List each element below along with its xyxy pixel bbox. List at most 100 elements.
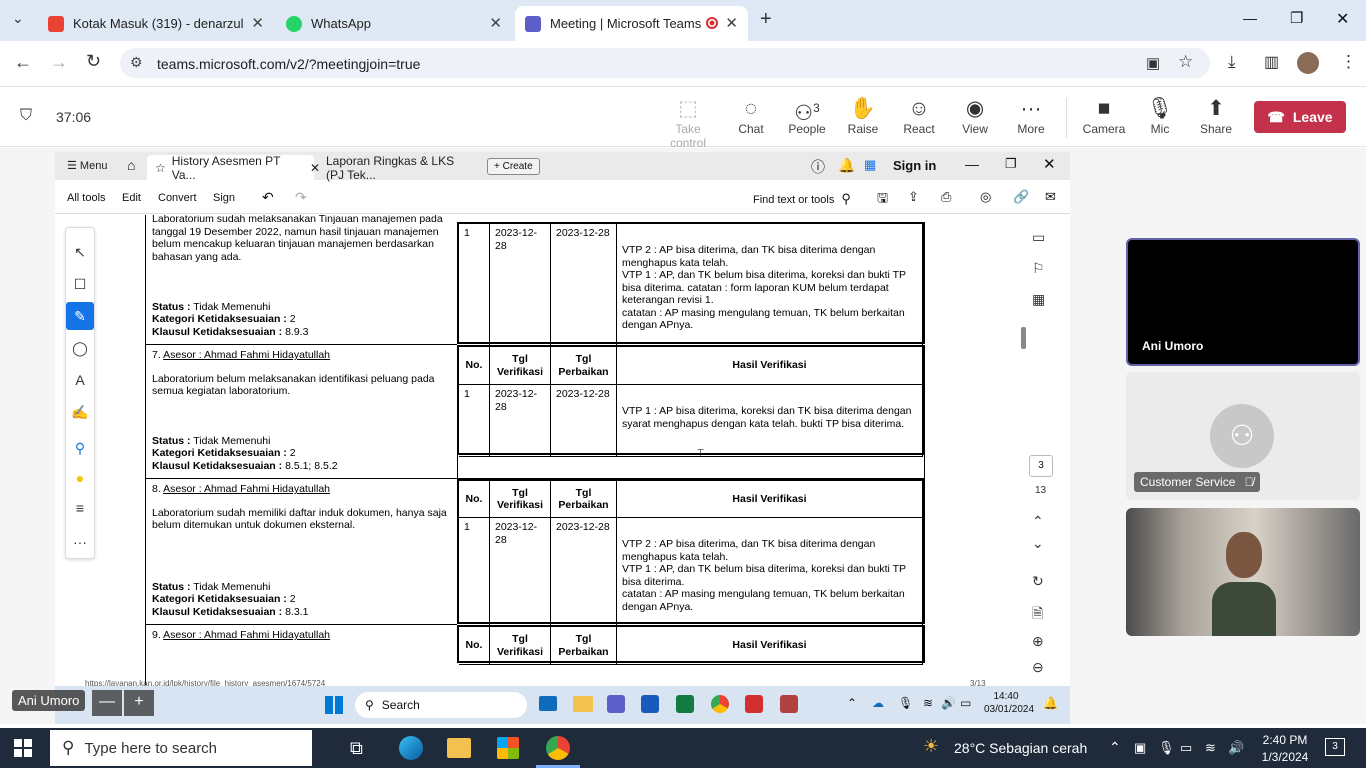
page-up-icon[interactable]: ⌃ — [1032, 513, 1044, 530]
excel-app-icon[interactable] — [676, 695, 694, 713]
site-info-icon[interactable]: ⚙ — [130, 54, 143, 71]
find-text-button[interactable]: Find text or tools ⚲ — [753, 191, 851, 207]
task-view-icon[interactable]: ⧉ — [350, 738, 363, 759]
participant-tile-video[interactable] — [1126, 508, 1360, 636]
vm-notification-icon[interactable]: 🔔 — [1043, 696, 1058, 710]
email-icon[interactable]: ✉ — [1045, 189, 1056, 205]
tray-chevron-icon[interactable]: ⌃ — [847, 696, 857, 710]
raise-hand-button[interactable]: ✋ Raise — [835, 95, 891, 136]
page-down-icon[interactable]: ⌄ — [1032, 535, 1044, 552]
mic-button[interactable]: 🎙 Mic — [1132, 95, 1188, 136]
convert-button[interactable]: Convert — [158, 192, 197, 204]
ai-assistant-icon[interactable]: ◎ — [980, 189, 991, 205]
wifi-icon[interactable]: ≋ — [923, 696, 933, 710]
profile-avatar[interactable] — [1297, 52, 1319, 74]
reload-icon[interactable]: ↻ — [86, 51, 101, 72]
file-explorer-icon[interactable] — [573, 696, 593, 712]
chrome-icon[interactable] — [546, 736, 570, 760]
notifications-icon[interactable]: 3 — [1325, 738, 1345, 756]
app-icon[interactable] — [780, 695, 798, 713]
camera-permission-icon[interactable]: ▣ — [1146, 54, 1160, 72]
page-number-input[interactable]: 3 — [1029, 455, 1053, 477]
new-tab-button[interactable]: + — [760, 8, 772, 31]
browser-menu-icon[interactable]: ⋮ — [1340, 52, 1357, 72]
chat-button[interactable]: ◌ Chat — [723, 95, 779, 136]
home-icon[interactable]: ⌂ — [127, 157, 135, 173]
window-minimize-button[interactable]: — — [1243, 10, 1257, 26]
take-control-button[interactable]: ⬚ Take control — [660, 95, 716, 150]
windows-start-icon[interactable] — [14, 739, 32, 757]
sidepanel-icon[interactable]: ▥ — [1264, 52, 1279, 72]
camera-button[interactable]: ■ Camera — [1076, 95, 1132, 136]
signature-icon[interactable]: ✍ — [66, 398, 94, 426]
react-button[interactable]: ☺ React — [891, 95, 947, 136]
select-cursor-icon[interactable]: ↖ — [66, 238, 94, 266]
close-tab-icon[interactable]: ✕ — [725, 14, 738, 32]
store-icon[interactable] — [497, 737, 519, 759]
create-button[interactable]: + Create — [487, 158, 540, 175]
acrobat-close[interactable]: ✕ — [1043, 155, 1056, 173]
rotate-icon[interactable]: ↻ — [1032, 573, 1044, 590]
acrobat-tab-laporan[interactable]: Laporan Ringkas & LKS (PJ Tek... — [318, 154, 483, 182]
download-icon[interactable]: ⤓ — [1228, 52, 1236, 72]
tray-mic-icon[interactable]: 🎙 — [898, 696, 913, 710]
thumbnails-panel-icon[interactable]: ▦ — [1032, 291, 1045, 308]
battery-icon[interactable]: ▭ — [960, 696, 971, 710]
window-restore-button[interactable]: ❐ — [1290, 9, 1303, 27]
tray-camera-icon[interactable]: ▣ — [1134, 740, 1146, 756]
more-tools-icon[interactable]: ··· — [66, 528, 94, 556]
sign-in-button[interactable]: Sign in — [893, 158, 936, 173]
onedrive-icon[interactable]: ☁ — [872, 696, 884, 710]
participant-tile-ani[interactable]: Ani Umoro — [1126, 238, 1360, 366]
tray-mic-icon[interactable]: 🎙 — [1158, 740, 1175, 756]
clock-time[interactable]: 2:40 PM — [1256, 733, 1314, 747]
tray-wifi-icon[interactable]: ≋ — [1205, 740, 1216, 756]
tray-chevron-icon[interactable]: ⌃ — [1109, 739, 1121, 756]
weather-text[interactable]: 28°C Sebagian cerah — [954, 740, 1087, 756]
leave-button[interactable]: ☎ Leave — [1254, 101, 1346, 133]
comment-icon[interactable]: ☐ — [66, 270, 94, 298]
chrome-app-icon[interactable] — [711, 695, 729, 713]
zoom-in-share-button[interactable]: + — [124, 690, 154, 716]
teams-app-icon[interactable] — [607, 695, 625, 713]
people-button[interactable]: ⚇3 People — [779, 95, 835, 136]
volume-icon[interactable]: 🔊 — [941, 696, 956, 710]
browser-tab-whatsapp[interactable]: WhatsApp ✕ — [276, 6, 512, 41]
browser-tab-gmail[interactable]: Kotak Masuk (319) - denarzulia ✕ — [38, 6, 274, 41]
comments-panel-icon[interactable]: ▭ — [1032, 229, 1045, 246]
close-tab-icon[interactable]: ✕ — [251, 14, 264, 32]
sign-button[interactable]: Sign — [213, 192, 235, 204]
vm-start-icon[interactable] — [325, 696, 343, 714]
highlight-pen-icon[interactable]: ✎ — [66, 302, 94, 330]
undo-icon[interactable]: ↶ — [262, 189, 274, 206]
tab-search-icon[interactable]: ⌄ — [12, 10, 24, 27]
zoom-out-share-button[interactable]: — — [92, 690, 122, 716]
bookmark-star-icon[interactable]: ☆ — [1178, 52, 1193, 72]
clock-date[interactable]: 1/3/2024 — [1256, 750, 1314, 764]
line-weight-icon[interactable]: ≡ — [66, 494, 94, 522]
share-button[interactable]: ⬆ Share — [1188, 95, 1244, 136]
zoom-out-icon[interactable]: ⊖ — [1032, 659, 1044, 676]
acrobat-tab-history[interactable]: ☆ History Asesmen PT Va... ✕ — [147, 154, 320, 182]
upload-icon[interactable]: ⇪ — [908, 189, 919, 205]
word-app-icon[interactable] — [641, 695, 659, 713]
help-icon[interactable]: ⓘ — [811, 157, 825, 177]
mail-app-icon[interactable] — [539, 696, 557, 711]
acrobat-restore[interactable]: ❐ — [1005, 156, 1017, 172]
text-box-icon[interactable]: A — [66, 366, 94, 394]
apps-grid-icon[interactable]: ▦ — [864, 157, 876, 173]
edit-button[interactable]: Edit — [122, 192, 141, 204]
scroll-thumb[interactable] — [1021, 327, 1026, 349]
tray-volume-icon[interactable]: 🔊 — [1228, 740, 1244, 756]
zoom-in-icon[interactable]: ⊕ — [1032, 633, 1044, 650]
forward-icon[interactable]: → — [50, 52, 68, 73]
pin-icon[interactable]: ⚲ — [66, 434, 94, 462]
acrobat-minimize[interactable]: — — [965, 156, 979, 172]
acrobat-app-icon[interactable] — [745, 695, 763, 713]
acrobat-menu-button[interactable]: ☰ Menu — [67, 159, 107, 172]
lasso-icon[interactable]: ◯ — [66, 334, 94, 362]
browser-tab-teams[interactable]: Meeting | Microsoft Teams ✕ — [515, 6, 748, 41]
link-icon[interactable]: 🔗 — [1013, 189, 1029, 205]
view-button[interactable]: ◉ View — [947, 95, 1003, 136]
participant-tile-customer-service[interactable]: ⚇ Customer Service 🎙̸ — [1126, 372, 1360, 500]
